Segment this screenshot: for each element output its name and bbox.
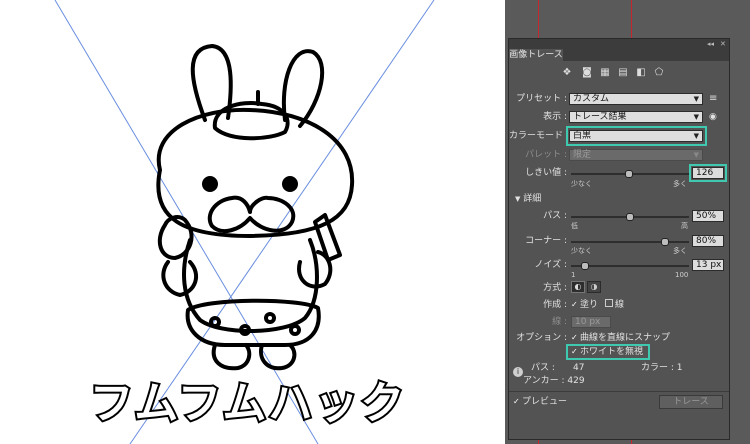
stroke-width-input: 10 px xyxy=(571,316,611,328)
palette-dropdown: 限定 ▼ xyxy=(569,149,703,161)
view-dropdown[interactable]: トレース結果 ▼ xyxy=(569,111,703,123)
stats-colors-label: カラー : xyxy=(641,363,674,373)
stats-colors-value: 1 xyxy=(676,363,683,373)
panel-tab-bar xyxy=(563,49,729,61)
noise-label: ノイズ : xyxy=(534,260,567,270)
preset-menu-icon[interactable]: ≡ xyxy=(709,93,717,105)
preview-checkbox[interactable]: ✓ プレビュー xyxy=(513,396,567,408)
method-label: 方式 : xyxy=(543,283,567,293)
corners-low-label: 少なく xyxy=(571,247,592,255)
panel-top-bar: ◂◂ ✕ xyxy=(509,39,729,49)
noise-low-label: 1 xyxy=(571,271,576,279)
check-icon: ✓ xyxy=(571,333,578,342)
auto-color-icon[interactable]: ❖ xyxy=(561,67,573,79)
threshold-slider-knob[interactable] xyxy=(625,170,634,178)
corners-input[interactable]: 80% xyxy=(692,235,724,247)
chevron-down-icon: ▼ xyxy=(693,132,699,140)
palette-value: 限定 xyxy=(573,150,592,160)
threshold-high-label: 多く xyxy=(673,180,687,188)
corners-high-label: 多く xyxy=(673,247,687,255)
details-header: 詳細 xyxy=(523,194,542,204)
create-label: 作成 : xyxy=(543,300,567,310)
paths-low-label: 低 xyxy=(571,222,578,230)
details-section-toggle[interactable]: ▼ 詳細 xyxy=(515,193,541,205)
artboard[interactable]: フムフムハック xyxy=(0,0,505,444)
info-icon: i xyxy=(513,367,523,377)
stats-anchors-label: アンカー : xyxy=(523,376,565,386)
chevron-down-icon: ▼ xyxy=(515,195,521,203)
snap-curves-label: 曲線を直線にスナップ xyxy=(580,333,671,343)
paths-label: パス : xyxy=(543,211,567,221)
panel-collapse-icon[interactable]: ◂◂ xyxy=(707,39,714,49)
grayscale-icon[interactable]: ▤ xyxy=(617,67,629,79)
panel-divider xyxy=(509,391,729,392)
threshold-input[interactable]: 126 xyxy=(692,167,724,179)
create-fill-checkbox[interactable]: ✓ 塗り xyxy=(571,299,598,311)
paths-slider[interactable] xyxy=(571,213,689,221)
artwork-title-text: フムフムハック xyxy=(90,378,407,429)
image-trace-panel: ◂◂ ✕ 画像トレース ❖ ◙ ▦ ▤ ◧ ⬠ プリセット : カスタム ▼ ≡ … xyxy=(508,38,730,440)
stats-paths-value: 47 xyxy=(573,363,585,373)
checkbox-empty-icon xyxy=(605,299,613,307)
noise-slider[interactable] xyxy=(571,262,689,270)
color-mode-value: 白黒 xyxy=(573,131,592,141)
bunny-illustration xyxy=(156,44,355,371)
stroke-width-label: 線 : xyxy=(552,317,567,327)
low-color-icon[interactable]: ▦ xyxy=(599,67,611,79)
paths-high-label: 高 xyxy=(681,222,688,230)
method-overlapping-icon[interactable]: ◑ xyxy=(587,281,601,293)
view-value: トレース結果 xyxy=(573,112,627,122)
ignore-white-checkbox[interactable]: ✓ ホワイトを無視 xyxy=(571,346,643,358)
preset-dropdown[interactable]: カスタム ▼ xyxy=(569,93,703,105)
stats-anchors: アンカー : 429 xyxy=(523,375,585,387)
corners-label: コーナー : xyxy=(525,236,567,246)
snap-curves-checkbox[interactable]: ✓ 曲線を直線にスナップ xyxy=(571,332,670,344)
stats-anchors-value: 429 xyxy=(567,376,585,386)
stats-paths: パス : xyxy=(531,362,555,374)
chevron-down-icon: ▼ xyxy=(693,95,699,103)
high-color-icon[interactable]: ◙ xyxy=(581,67,593,79)
trace-button[interactable]: トレース xyxy=(659,395,723,409)
preset-label: プリセット : xyxy=(516,94,567,104)
eye-icon[interactable]: ◉ xyxy=(709,111,717,123)
paths-slider-knob[interactable] xyxy=(626,213,634,221)
preview-label: プレビュー xyxy=(522,397,568,407)
color-mode-label: カラーモード : xyxy=(509,131,569,141)
corners-slider[interactable] xyxy=(571,238,689,246)
black-white-icon[interactable]: ◧ xyxy=(635,67,647,79)
paths-input[interactable]: 50% xyxy=(692,210,724,222)
trace-result-canvas: フムフムハック xyxy=(54,0,435,444)
stats-paths-label: パス : xyxy=(531,363,555,373)
check-icon: ✓ xyxy=(513,397,520,406)
create-fill-label: 塗り xyxy=(580,300,599,310)
threshold-label: しきい値 : xyxy=(525,168,567,178)
chevron-down-icon: ▼ xyxy=(693,113,699,121)
noise-input[interactable]: 13 px xyxy=(692,259,724,271)
view-label: 表示 : xyxy=(543,112,567,122)
ignore-white-label: ホワイトを無視 xyxy=(580,347,644,357)
create-stroke-label: 線 xyxy=(615,300,625,310)
create-stroke-checkbox[interactable]: 線 xyxy=(605,299,624,311)
check-icon: ✓ xyxy=(571,300,578,309)
corners-slider-knob[interactable] xyxy=(661,238,670,246)
color-mode-dropdown[interactable]: 白黒 ▼ xyxy=(569,130,703,142)
preset-value: カスタム xyxy=(573,94,610,104)
panel-close-icon[interactable]: ✕ xyxy=(720,39,726,49)
threshold-slider[interactable] xyxy=(571,170,689,178)
chevron-down-icon: ▼ xyxy=(693,151,699,159)
stats-colors: カラー : 1 xyxy=(641,362,683,374)
outline-icon[interactable]: ⬠ xyxy=(653,67,665,79)
method-abutting-icon[interactable]: ◐ xyxy=(571,281,585,293)
threshold-low-label: 少なく xyxy=(571,180,592,188)
noise-slider-knob[interactable] xyxy=(581,262,590,270)
check-icon: ✓ xyxy=(571,347,578,356)
options-label: オプション : xyxy=(516,333,567,343)
panel-tab-image-trace[interactable]: 画像トレース xyxy=(509,49,564,61)
palette-label: パレット : xyxy=(525,150,567,160)
noise-high-label: 100 xyxy=(675,271,689,279)
